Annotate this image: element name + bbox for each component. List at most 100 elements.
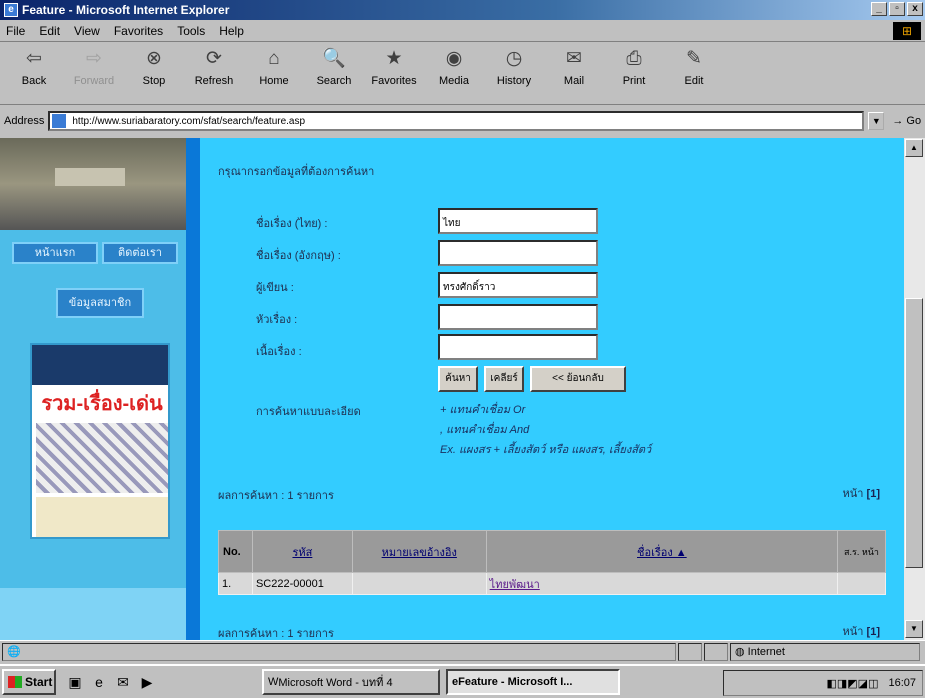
menu-tools[interactable]: Tools <box>177 24 205 38</box>
results-table: No. รหัส หมายเลขอ้างอิง ชื่อเรื่อง ▲ ส.ร… <box>218 530 886 595</box>
nav-member-button[interactable]: ข้อมูลสมาชิก <box>56 288 144 318</box>
address-url: http://www.suriabaratory.com/sfat/search… <box>72 115 306 127</box>
page-link-bottom[interactable]: [1] <box>867 626 880 638</box>
tray-icons: ◧◨◩◪◫ <box>826 677 879 690</box>
media-button[interactable]: ◉ Media <box>426 47 482 87</box>
status-text: 🌐 <box>2 642 676 661</box>
title-link[interactable]: ไทยพัฒนา <box>490 579 540 591</box>
col-page[interactable]: ส.ร. หน้า <box>837 530 886 573</box>
vertical-scrollbar[interactable]: ▲ ▼ <box>904 138 925 640</box>
start-button[interactable]: Start <box>2 669 56 695</box>
mail-button[interactable]: ✉ Mail <box>546 47 602 87</box>
close-button[interactable]: x <box>907 2 923 16</box>
back-link-button[interactable]: << ย้อนกลับ <box>530 366 626 392</box>
maximize-button[interactable]: ▫ <box>889 2 905 16</box>
result-summary-bottom: ผลการค้นหา : 1 รายการ <box>218 628 334 640</box>
globe-icon: ◍ <box>735 645 745 658</box>
status-bar: 🌐 ◍ Internet <box>0 640 925 662</box>
favorites-icon: ★ <box>385 48 403 69</box>
cell-no: 1. <box>218 572 253 595</box>
page-link[interactable]: [1] <box>867 488 880 500</box>
menu-favorites[interactable]: Favorites <box>114 24 163 38</box>
ie-icon: e <box>4 3 18 17</box>
cell-ref <box>351 572 487 595</box>
task-word[interactable]: W Microsoft Word - บทที่ 4 <box>262 669 440 695</box>
word-icon: W <box>268 676 279 688</box>
quick-launch: ▣ e ✉ ▶ <box>66 673 156 691</box>
history-icon: ◷ <box>505 48 523 69</box>
outlook-icon[interactable]: ✉ <box>114 673 132 691</box>
clear-button[interactable]: เคลียร์ <box>484 366 524 392</box>
scroll-down-icon[interactable]: ▼ <box>905 620 923 638</box>
forward-button[interactable]: ⇨ Forward <box>66 47 122 87</box>
author-label: ผู้เขียน : <box>256 282 294 294</box>
author-input[interactable]: ทรงศักดิ์ราว <box>438 272 598 298</box>
search-button[interactable]: 🔍 Search <box>306 47 362 87</box>
nav-home-button[interactable]: หน้าแรก <box>12 242 98 264</box>
favorites-button[interactable]: ★ Favorites <box>366 47 422 87</box>
home-button[interactable]: ⌂ Home <box>246 47 302 87</box>
address-input[interactable]: http://www.suriabaratory.com/sfat/search… <box>48 111 865 131</box>
toolbar: ⇦ Back ⇨ Forward ⊗ Stop ⟳ Refresh ⌂ Home 🔍 Sea… <box>0 43 925 105</box>
windows-flag-icon <box>8 676 22 688</box>
go-button[interactable]: → Go <box>892 115 921 127</box>
col-code[interactable]: รหัส <box>251 530 353 573</box>
task-ie[interactable]: e Feature - Microsoft I... <box>446 669 620 695</box>
nav-contact-button[interactable]: ติดต่อเรา <box>102 242 178 264</box>
photo-label <box>55 168 125 186</box>
stop-button[interactable]: ⊗ Stop <box>126 47 182 87</box>
menu-help[interactable]: Help <box>219 24 244 38</box>
stop-icon: ⊗ <box>146 48 162 69</box>
desktop-icon[interactable]: ▣ <box>66 673 84 691</box>
scroll-up-icon[interactable]: ▲ <box>905 139 923 157</box>
back-icon: ⇦ <box>26 48 42 69</box>
minimize-button[interactable]: _ <box>871 2 887 16</box>
back-button[interactable]: ⇦ Back <box>6 47 62 87</box>
edit-button[interactable]: ✎ Edit <box>666 47 722 87</box>
col-title[interactable]: ชื่อเรื่อง ▲ <box>485 530 839 573</box>
print-button[interactable]: ⎙ Print <box>606 47 662 87</box>
scroll-thumb[interactable] <box>905 298 923 568</box>
windows-logo-icon: ⊞ <box>893 22 921 40</box>
address-label: Address <box>4 115 45 127</box>
forward-icon: ⇨ <box>86 48 102 69</box>
header-photo <box>0 138 186 230</box>
mail-icon: ✉ <box>566 48 582 69</box>
result-summary-top: ผลการค้นหา : 1 รายการ <box>218 490 334 502</box>
address-dropdown-icon[interactable]: ▼ <box>868 112 885 130</box>
content-input[interactable] <box>438 334 598 360</box>
subject-input[interactable] <box>438 304 598 330</box>
menu-file[interactable]: File <box>6 24 25 38</box>
table-row: 1. SC222-00001 ไทยพัฒนา <box>218 572 886 595</box>
title-eng-input[interactable] <box>438 240 598 266</box>
menu-bar: File Edit View Favorites Tools Help <box>0 20 925 42</box>
menu-edit[interactable]: Edit <box>39 24 60 38</box>
hint-and: , แทนคำเชื่อม And <box>440 424 530 436</box>
search-prompt: กรุณากรอกข้อมูลที่ต้องการค้นหา <box>218 166 375 178</box>
home-icon: ⌂ <box>268 48 280 69</box>
column-divider <box>186 138 200 640</box>
menu-view[interactable]: View <box>74 24 100 38</box>
history-button[interactable]: ◷ History <box>486 47 542 87</box>
content-label: เนื้อเรื่อง : <box>256 346 302 358</box>
refresh-icon: ⟳ <box>206 48 222 69</box>
title-thai-label: ชื่อเรื่อง (ไทย) : <box>256 218 328 230</box>
cell-code: SC222-00001 <box>251 572 353 595</box>
media-icon: ◉ <box>445 48 463 69</box>
advanced-search-label: การค้นหาแบบละเอียด <box>256 406 361 418</box>
page-icon <box>52 114 67 128</box>
cell-title: ไทยพัฒนา <box>485 572 839 595</box>
refresh-button[interactable]: ⟳ Refresh <box>186 47 242 87</box>
magazine-cover-image: รวม-เรื่อง-เด่น <box>30 343 170 539</box>
subject-label: หัวเรื่อง : <box>256 314 298 326</box>
edit-icon: ✎ <box>686 48 702 69</box>
status-zone: ◍ Internet <box>730 642 920 661</box>
search-button-form[interactable]: ค้นหา <box>438 366 478 392</box>
ie-quicklaunch-icon[interactable]: e <box>90 673 108 691</box>
search-content: กรุณากรอกข้อมูลที่ต้องการค้นหา ชื่อเรื่อ… <box>200 138 904 640</box>
col-ref[interactable]: หมายเลขอ้างอิง <box>351 530 487 573</box>
media-player-icon[interactable]: ▶ <box>138 673 156 691</box>
page-viewport: หน้าแรก ติดต่อเรา ข้อมูลสมาชิก รวม-เรื่อ… <box>0 138 904 640</box>
title-thai-input[interactable]: ไทย <box>438 208 598 234</box>
poster-title: รวม-เรื่อง-เด่น <box>41 393 163 415</box>
